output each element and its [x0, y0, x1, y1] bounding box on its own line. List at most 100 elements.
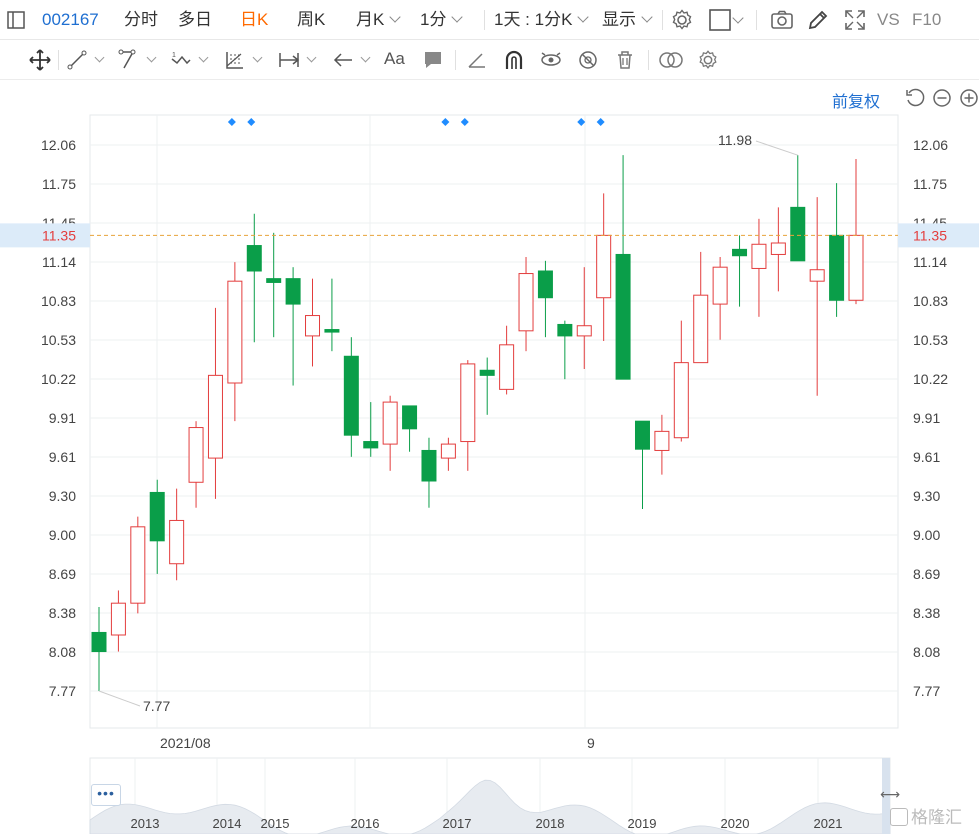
- y-tick-label-right: 9.00: [913, 527, 940, 543]
- candle-body-down: [402, 405, 418, 430]
- candle-body-up: [770, 242, 786, 255]
- candle[interactable]: [557, 320, 573, 380]
- watermark: 格隆汇: [890, 803, 962, 828]
- overview-year-label: 2021: [814, 816, 843, 831]
- candle[interactable]: [479, 357, 495, 415]
- candle[interactable]: [518, 257, 534, 352]
- candlestick-chart[interactable]: 12.06 12.0611.75 11.7511.45 11.4511.14 11.14…: [0, 0, 979, 834]
- y-tick-label-left: 8.69: [49, 566, 76, 582]
- candle-body-down: [363, 441, 379, 449]
- candle[interactable]: [673, 320, 689, 442]
- min-leader-line: [98, 690, 141, 707]
- candle[interactable]: [363, 402, 379, 457]
- candle[interactable]: [343, 337, 359, 457]
- candle[interactable]: [460, 360, 476, 471]
- candle-body-up: [673, 362, 689, 439]
- overview-navigator[interactable]: 2013 2014 2015 2016 2017 2018 2019 2020 2021: [89, 757, 891, 834]
- candle-body-up: [596, 234, 612, 299]
- candle-body-up: [207, 374, 223, 459]
- candle[interactable]: [770, 207, 786, 292]
- candle[interactable]: [421, 437, 437, 508]
- candle-body-down: [421, 449, 437, 482]
- candle[interactable]: [130, 516, 146, 614]
- overview-year-label: 2017: [443, 816, 472, 831]
- candle-body-down: [246, 245, 262, 272]
- candle[interactable]: [285, 267, 301, 386]
- y-tick-label-left: 7.77: [49, 683, 76, 699]
- candle[interactable]: [751, 218, 767, 317]
- candle[interactable]: [227, 262, 243, 422]
- y-tick-label-right: 8.08: [913, 644, 940, 660]
- overview-year-label: 2013: [131, 816, 160, 831]
- candle[interactable]: [266, 232, 282, 338]
- event-marker-diamond[interactable]: [441, 118, 450, 126]
- event-marker-diamond[interactable]: [247, 118, 256, 126]
- event-marker-diamond[interactable]: [577, 118, 586, 126]
- candle-body-up: [188, 427, 204, 483]
- x-axis-label: 2021/08: [160, 735, 211, 751]
- candle[interactable]: [712, 257, 728, 340]
- event-marker-diamond[interactable]: [596, 118, 605, 126]
- candle-body-down: [557, 323, 573, 337]
- candle-body-up: [809, 269, 825, 282]
- candle[interactable]: [149, 479, 165, 574]
- candle-body-down: [324, 329, 340, 333]
- candle[interactable]: [305, 278, 321, 367]
- candle[interactable]: [809, 197, 825, 396]
- candle[interactable]: [848, 159, 864, 305]
- y-tick-label-left: 10.53: [41, 332, 76, 348]
- event-marker-diamond[interactable]: [227, 118, 236, 126]
- y-tick-label-right: 10.22: [913, 371, 948, 387]
- candle-body-up: [499, 344, 515, 390]
- y-tick-label-right: 8.69: [913, 566, 940, 582]
- more-button[interactable]: •••: [91, 784, 121, 806]
- candle[interactable]: [246, 213, 262, 343]
- candle-body-up: [305, 315, 321, 337]
- watermark-logo-icon: [890, 808, 908, 826]
- candle-body-up: [654, 430, 670, 451]
- candle[interactable]: [596, 193, 612, 341]
- y-tick-label-left: 8.08: [49, 644, 76, 660]
- candle[interactable]: [440, 437, 456, 471]
- candle[interactable]: [654, 414, 670, 475]
- candle-body-up: [576, 325, 592, 337]
- max-leader-line: [755, 140, 798, 156]
- overview-year-label: 2018: [536, 816, 565, 831]
- min-price-label: 7.77: [143, 698, 170, 714]
- candle[interactable]: [732, 235, 748, 307]
- candle[interactable]: [382, 395, 398, 471]
- current-price-label-right: 11.35: [913, 227, 947, 243]
- candle[interactable]: [207, 307, 223, 499]
- watermark-text: 格隆汇: [911, 808, 962, 827]
- candle-body-down: [266, 278, 282, 283]
- y-tick-label-right: 12.06: [913, 137, 948, 153]
- candle[interactable]: [110, 590, 126, 652]
- y-tick-label-right: 7.77: [913, 683, 940, 699]
- candle[interactable]: [576, 267, 592, 369]
- event-marker-diamond[interactable]: [460, 118, 469, 126]
- resize-handle-icon[interactable]: ⟷: [880, 786, 900, 803]
- candle[interactable]: [188, 421, 204, 508]
- candle[interactable]: [615, 155, 631, 380]
- y-tick-label-right: 10.83: [913, 293, 948, 309]
- candle-body-down: [343, 355, 359, 436]
- y-tick-label-right: 11.75: [913, 176, 947, 192]
- overview-year-label: 2016: [351, 816, 380, 831]
- candle[interactable]: [91, 607, 107, 691]
- y-tick-label-right: 9.30: [913, 488, 940, 504]
- candle[interactable]: [402, 405, 418, 452]
- candle-body-up: [460, 363, 476, 443]
- candle[interactable]: [693, 251, 709, 364]
- candle[interactable]: [790, 155, 806, 262]
- candle-body-down: [829, 234, 845, 301]
- event-markers[interactable]: [227, 118, 605, 126]
- candle[interactable]: [499, 325, 515, 395]
- candle-body-up: [130, 526, 146, 604]
- candle[interactable]: [829, 183, 845, 317]
- y-tick-label-left: 9.30: [49, 488, 76, 504]
- candle[interactable]: [169, 488, 185, 581]
- candle[interactable]: [537, 260, 553, 338]
- y-tick-label-left: 9.91: [49, 410, 76, 426]
- y-tick-label-left: 11.14: [42, 254, 76, 270]
- candle-body-up: [712, 266, 728, 305]
